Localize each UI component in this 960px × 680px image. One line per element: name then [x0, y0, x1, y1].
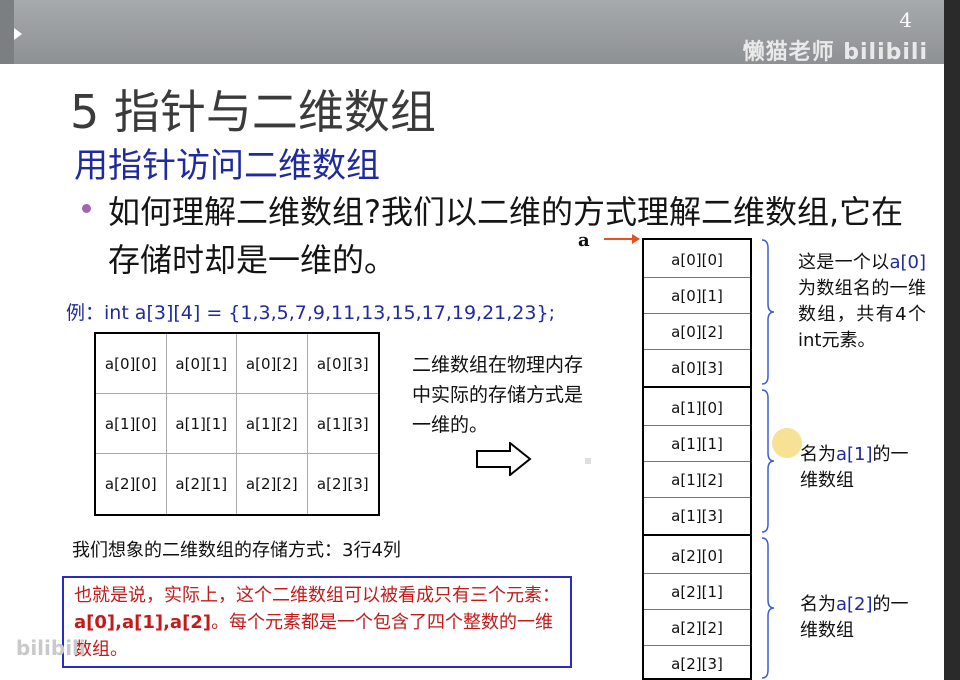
memory-cell: a[0][2] [644, 314, 750, 350]
grid-cell: a[1][2] [237, 394, 308, 454]
page-number: 4 [899, 8, 912, 32]
explanation-text: 也就是说，实际上，这个二维数组可以被看成只有三个元素： [74, 585, 560, 606]
note-a2: 名为a[2]的一维数组 [800, 592, 920, 644]
grid-cell: a[0][0] [96, 334, 167, 394]
grid-cell: a[0][3] [307, 334, 378, 394]
grid-cell: a[2][3] [316, 475, 369, 493]
array-grid: a[0][0] a[0][1] a[0][2] a[0][3] a[1][0] … [94, 332, 380, 516]
memory-cell: a[0][3] [671, 359, 723, 377]
brace-icon [761, 239, 775, 385]
physical-storage-note: 二维数组在物理内存中实际的存储方式是一维的。 [412, 354, 584, 436]
grid-cell: a[2][0] [96, 454, 167, 514]
grid-cell: a[1][3] [307, 394, 378, 454]
row-separator [644, 534, 750, 536]
watermark-bottom: bilibili [16, 636, 86, 660]
watermark: 懒猫老师 bilibili [742, 40, 928, 65]
brace-icon [761, 537, 775, 679]
header-bar: 4 懒猫老师 bilibili [0, 0, 944, 65]
note-array-name: a[2] [836, 594, 873, 615]
grid-cell: a[2][1] [167, 454, 237, 514]
note-a1: 名为a[1]的一维数组 [800, 442, 920, 494]
note-text: 这是一个以 [798, 252, 890, 273]
note-array-name: a[0] [889, 252, 926, 273]
note-text: 为数组名的一维数组，共有4个int元素。 [798, 278, 926, 351]
memory-cell: a[1][1] [644, 426, 750, 462]
row-separator [644, 386, 750, 388]
memory-column: a[0][0] a[0][1] a[0][2] a[0][3] a[1][0] … [642, 238, 752, 680]
header-accent [0, 0, 14, 64]
note-array-name: a[1] [836, 444, 873, 465]
right-arrow-icon [476, 442, 532, 476]
pointer-arrow-icon [604, 234, 640, 244]
explanation-box: 也就是说，实际上，这个二维数组可以被看成只有三个元素： a[0],a[1],a[2… [62, 576, 572, 668]
memory-cell: a[0][0] [644, 242, 750, 278]
grid-cell: a[1][0] [96, 394, 167, 454]
memory-cell: a[1][2] [644, 462, 750, 498]
speck [585, 458, 591, 464]
bullet-text: 如何理解二维数组?我们以二维的方式理解二维数组,它在存储时却是一维的。 [108, 193, 904, 279]
memory-cell: a[2][1] [644, 574, 750, 610]
note-text: 名为 [800, 444, 836, 465]
brace-icon [761, 389, 775, 533]
slide-title: 5 指针与二维数组 [70, 85, 436, 139]
explanation-highlight: a[0],a[1],a[2] [74, 612, 212, 633]
imagined-storage-caption: 我们想象的二维数组的存储方式：3行4列 [72, 540, 401, 561]
pointer-label: a [578, 230, 590, 251]
grid-cell: a[2][2] [237, 454, 308, 514]
grid-cell: a[0][1] [166, 334, 237, 394]
memory-cell: a[0][1] [644, 278, 750, 314]
cursor-highlight [772, 428, 802, 458]
window-edge [944, 0, 960, 680]
grid-cell: a[0][2] [237, 334, 308, 394]
example-code: 例：int a[3][4] = {1,3,5,7,9,11,13,15,17,1… [66, 302, 555, 324]
slide-subtitle: 用指针访问二维数组 [74, 146, 380, 186]
slide: 4 懒猫老师 bilibili 5 指针与二维数组 用指针访问二维数组 如何理解… [0, 0, 944, 680]
note-text: 名为 [800, 594, 836, 615]
memory-cell: a[2][0] [644, 538, 750, 574]
header-notch [14, 28, 22, 40]
note-a0: 这是一个以a[0] 为数组名的一维数组，共有4个int元素。 [798, 250, 926, 354]
grid-cell: a[1][1] [166, 394, 237, 454]
memory-cell: a[1][0] [644, 390, 750, 426]
memory-cell: a[1][3] [671, 507, 723, 525]
bullet-dot-icon [82, 204, 91, 213]
memory-cell: a[2][3] [671, 655, 723, 673]
memory-cell: a[2][2] [644, 610, 750, 646]
